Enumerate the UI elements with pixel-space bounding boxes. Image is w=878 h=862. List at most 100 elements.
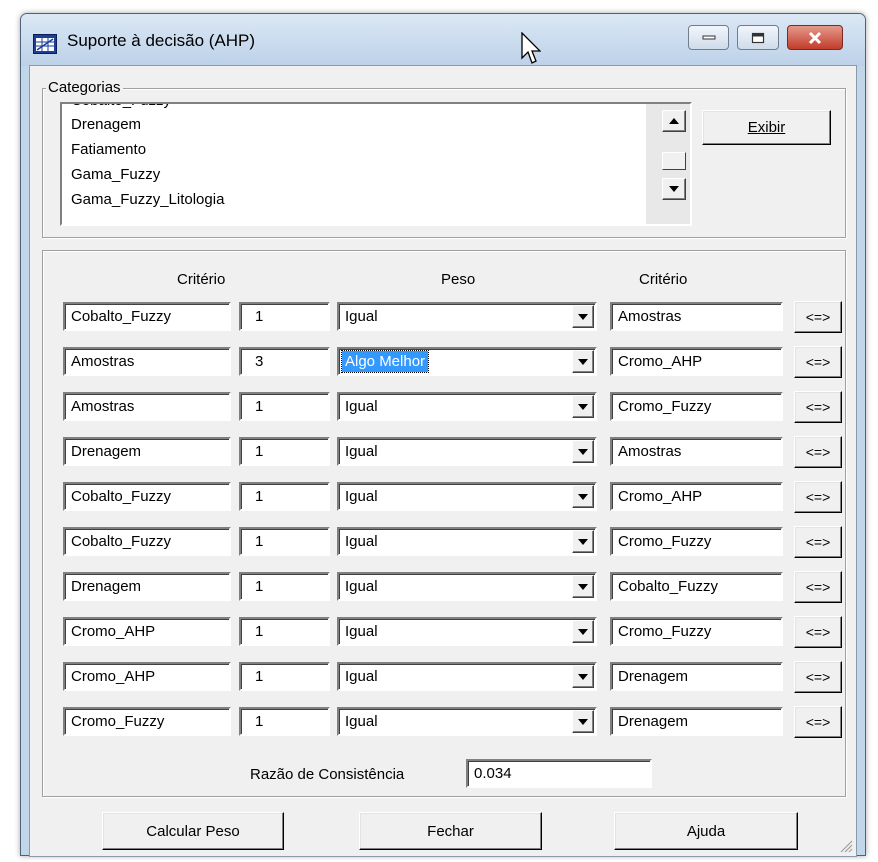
peso-combobox[interactable]: Igual — [337, 662, 597, 691]
dropdown-arrow-icon — [578, 718, 588, 725]
swap-button[interactable]: <=> — [794, 661, 842, 693]
dropdown-button[interactable] — [572, 620, 594, 643]
criterio-left-field[interactable]: Cobalto_Fuzzy — [63, 527, 231, 556]
peso-combobox[interactable]: Igual — [337, 707, 597, 736]
exibir-button-label: Exibir — [747, 119, 786, 136]
swap-button-label: <=> — [805, 534, 831, 550]
dialog-client-area: Categorias Cobalto_Fuzzy Drenagem Fatiam… — [29, 65, 857, 857]
swap-button[interactable]: <=> — [794, 391, 842, 423]
dropdown-button[interactable] — [572, 575, 594, 598]
peso-combobox[interactable]: Igual — [337, 527, 597, 556]
swap-button[interactable]: <=> — [794, 571, 842, 603]
dropdown-button[interactable] — [572, 710, 594, 733]
scroll-down-button[interactable] — [662, 178, 686, 200]
scroll-thumb[interactable] — [662, 152, 686, 170]
list-item[interactable]: Cobalto_Fuzzy — [71, 104, 171, 109]
criterio-right-field[interactable]: Cromo_AHP — [610, 347, 783, 376]
dropdown-button[interactable] — [572, 350, 594, 373]
criterio-left-field[interactable]: Drenagem — [63, 437, 231, 466]
peso-value-field[interactable]: 1 — [239, 437, 330, 466]
list-item[interactable]: Gama_Fuzzy — [71, 166, 160, 183]
title-bar[interactable]: Suporte à decisão (AHP) — [21, 14, 865, 66]
peso-combobox[interactable]: Igual — [337, 482, 597, 511]
peso-value-field[interactable]: 1 — [239, 482, 330, 511]
swap-button[interactable]: <=> — [794, 301, 842, 333]
fechar-button[interactable]: Fechar — [359, 812, 542, 850]
dropdown-arrow-icon — [578, 403, 588, 410]
peso-value-field[interactable]: 3 — [239, 347, 330, 376]
criterio-right-field[interactable]: Drenagem — [610, 707, 783, 736]
peso-value-field[interactable]: 1 — [239, 302, 330, 331]
criterio-left-field[interactable]: Cromo_AHP — [63, 662, 231, 691]
peso-combobox[interactable]: Algo Melhor — [337, 347, 597, 376]
peso-value-field[interactable]: 1 — [239, 527, 330, 556]
mouse-cursor-icon — [521, 32, 541, 64]
criterio-right-field[interactable]: Drenagem — [610, 662, 783, 691]
listbox-scrollbar[interactable] — [646, 104, 690, 224]
header-criterio-left: Critério — [177, 271, 226, 288]
peso-value-field[interactable]: 1 — [239, 707, 330, 736]
maximize-icon — [751, 32, 765, 43]
peso-combobox-value: Igual — [345, 713, 378, 730]
close-button[interactable] — [787, 25, 843, 50]
dropdown-button[interactable] — [572, 440, 594, 463]
swap-button[interactable]: <=> — [794, 526, 842, 558]
list-item[interactable]: Fatiamento — [71, 141, 146, 158]
criterio-right-field[interactable]: Cromo_Fuzzy — [610, 392, 783, 421]
swap-button[interactable]: <=> — [794, 616, 842, 648]
criterio-right-field[interactable]: Amostras — [610, 302, 783, 331]
dropdown-button[interactable] — [572, 305, 594, 328]
categorias-listbox[interactable]: Cobalto_Fuzzy Drenagem Fatiamento Gama_F… — [60, 102, 692, 226]
fechar-label: Fechar — [427, 822, 474, 840]
peso-value-field[interactable]: 1 — [239, 392, 330, 421]
swap-button[interactable]: <=> — [794, 436, 842, 468]
criterio-right-field[interactable]: Cromo_AHP — [610, 482, 783, 511]
peso-combobox[interactable]: Igual — [337, 302, 597, 331]
swap-button[interactable]: <=> — [794, 706, 842, 738]
list-item[interactable]: Drenagem — [71, 116, 141, 133]
peso-value-field[interactable]: 1 — [239, 617, 330, 646]
peso-combobox[interactable]: Igual — [337, 617, 597, 646]
dropdown-button[interactable] — [572, 395, 594, 418]
dropdown-button[interactable] — [572, 485, 594, 508]
criterio-left-field[interactable]: Drenagem — [63, 572, 231, 601]
peso-combobox-value: Igual — [345, 668, 378, 685]
criterio-left-field[interactable]: Cromo_Fuzzy — [63, 707, 231, 736]
criterio-left-field[interactable]: Cobalto_Fuzzy — [63, 482, 231, 511]
peso-value-field[interactable]: 1 — [239, 572, 330, 601]
criterio-right-field[interactable]: Amostras — [610, 437, 783, 466]
resize-grip-icon[interactable] — [837, 837, 853, 853]
scroll-up-button[interactable] — [662, 110, 686, 132]
header-peso: Peso — [441, 271, 476, 288]
consistency-field[interactable]: 0.034 — [466, 759, 652, 788]
peso-combobox[interactable]: Igual — [337, 437, 597, 466]
dropdown-arrow-icon — [578, 628, 588, 635]
criterio-left-field[interactable]: Amostras — [63, 392, 231, 421]
exibir-button[interactable]: Exibir — [702, 110, 831, 145]
swap-button-label: <=> — [805, 444, 831, 460]
criterio-right-field[interactable]: Cobalto_Fuzzy — [610, 572, 783, 601]
maximize-button[interactable] — [737, 25, 779, 50]
dropdown-button[interactable] — [572, 530, 594, 553]
peso-combobox[interactable]: Igual — [337, 572, 597, 601]
swap-button[interactable]: <=> — [794, 346, 842, 378]
swap-button-label: <=> — [805, 399, 831, 415]
calcular-peso-button[interactable]: Calcular Peso — [102, 812, 284, 850]
criterio-right-field[interactable]: Cromo_Fuzzy — [610, 527, 783, 556]
ajuda-button[interactable]: Ajuda — [614, 812, 798, 850]
list-item[interactable]: Gama_Fuzzy_Litologia — [71, 191, 224, 208]
swap-button[interactable]: <=> — [794, 481, 842, 513]
peso-combobox-value: Igual — [345, 623, 378, 640]
ajuda-label: Ajuda — [686, 822, 726, 840]
criterio-left-field[interactable]: Amostras — [63, 347, 231, 376]
minimize-button[interactable] — [688, 25, 729, 50]
criterio-left-field[interactable]: Cobalto_Fuzzy — [63, 302, 231, 331]
dropdown-arrow-icon — [578, 538, 588, 545]
dropdown-arrow-icon — [578, 583, 588, 590]
swap-button-label: <=> — [805, 309, 831, 325]
criterio-right-field[interactable]: Cromo_Fuzzy — [610, 617, 783, 646]
peso-combobox[interactable]: Igual — [337, 392, 597, 421]
peso-value-field[interactable]: 1 — [239, 662, 330, 691]
dropdown-button[interactable] — [572, 665, 594, 688]
criterio-left-field[interactable]: Cromo_AHP — [63, 617, 231, 646]
